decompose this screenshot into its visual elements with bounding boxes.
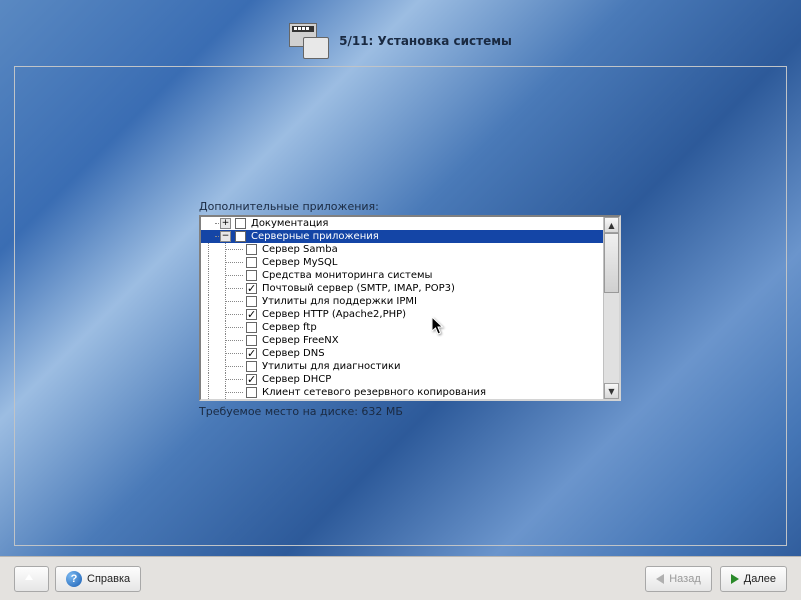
package-tree[interactable]: + Документация − Серверные приложения Сервер…: [199, 215, 621, 401]
checkbox[interactable]: [246, 374, 257, 385]
help-button-label: Справка: [87, 573, 130, 585]
tree-item-label: Сервер MySQL: [261, 257, 337, 268]
checkbox[interactable]: [246, 322, 257, 333]
tree-item-documentation[interactable]: + Документация: [201, 217, 603, 230]
tree-item[interactable]: Средства мониторинга системы: [201, 269, 603, 282]
scroll-down-button[interactable]: ▼: [604, 383, 619, 399]
tree-item[interactable]: Почтовый сервер (SMTP, IMAP, POP3): [201, 282, 603, 295]
tree-item[interactable]: Сервер DNS: [201, 347, 603, 360]
tree-item-label: Сервер ftp: [261, 322, 317, 333]
tree-item-label: Сервер Samba: [261, 244, 338, 255]
wizard-step-title: 5/11: Установка системы: [339, 34, 512, 48]
tree-item-label: Документация: [250, 218, 328, 229]
tree-item[interactable]: Сервер DHCP: [201, 373, 603, 386]
tree-item-label: Средства мониторинга системы: [261, 270, 432, 281]
tree-item[interactable]: Сервер MySQL: [201, 256, 603, 269]
back-button-label: Назад: [669, 573, 701, 585]
tree-item[interactable]: Сервер ftp: [201, 321, 603, 334]
checkbox[interactable]: [246, 309, 257, 320]
menu-button[interactable]: [14, 566, 49, 592]
scrollbar[interactable]: ▲ ▼: [603, 217, 619, 399]
scroll-up-button[interactable]: ▲: [604, 217, 619, 233]
checkbox[interactable]: [246, 361, 257, 372]
tree-item-label: Почтовый сервер (SMTP, IMAP, POP3): [261, 283, 455, 294]
tree-item[interactable]: Сервер HTTP (Apache2,PHP): [201, 308, 603, 321]
tree-item[interactable]: Сервер Samba: [201, 243, 603, 256]
checkbox[interactable]: [246, 257, 257, 268]
help-icon: ?: [66, 571, 82, 587]
tree-item-label: Сервер DHCP: [261, 374, 331, 385]
install-icon: [289, 23, 329, 59]
scroll-thumb[interactable]: [604, 233, 619, 293]
checkbox[interactable]: [246, 335, 257, 346]
tree-item-server-apps[interactable]: − Серверные приложения: [201, 230, 603, 243]
tree-item[interactable]: Клиент сетевого резервного копирования: [201, 386, 603, 399]
checkbox[interactable]: [246, 244, 257, 255]
checkbox[interactable]: [246, 296, 257, 307]
tree-item[interactable]: Сервер FreeNX: [201, 334, 603, 347]
wizard-header: 5/11: Установка системы: [0, 0, 801, 62]
tree-item-label: Утилиты для диагностики: [261, 361, 401, 372]
bottom-toolbar: ? Справка Назад Далее: [0, 556, 801, 600]
back-button[interactable]: Назад: [645, 566, 712, 592]
expand-toggle[interactable]: +: [220, 218, 231, 229]
tree-item-label: Утилиты для поддержки IPMI: [261, 296, 417, 307]
help-button[interactable]: ? Справка: [55, 566, 141, 592]
checkbox[interactable]: [235, 231, 246, 242]
tree-item-label: Клиент сетевого резервного копирования: [261, 387, 486, 398]
checkbox[interactable]: [246, 348, 257, 359]
forward-arrow-icon: [731, 574, 739, 584]
collapse-toggle[interactable]: −: [220, 231, 231, 242]
additional-apps-label: Дополнительные приложения:: [199, 200, 379, 213]
tree-item[interactable]: Утилиты для поддержки IPMI: [201, 295, 603, 308]
tree-item[interactable]: Утилиты для диагностики: [201, 360, 603, 373]
scroll-track[interactable]: [604, 233, 619, 383]
checkbox[interactable]: [246, 270, 257, 281]
next-button[interactable]: Далее: [720, 566, 787, 592]
tree-item-label: Сервер FreeNX: [261, 335, 339, 346]
tree-item-label: Сервер DNS: [261, 348, 325, 359]
checkbox[interactable]: [246, 283, 257, 294]
checkbox[interactable]: [246, 387, 257, 398]
disk-space-label: Требуемое место на диске: 632 МБ: [199, 405, 403, 418]
checkbox[interactable]: [235, 218, 246, 229]
tree-item-label: Сервер HTTP (Apache2,PHP): [261, 309, 406, 320]
tree-item-label: Серверные приложения: [250, 231, 379, 242]
next-button-label: Далее: [744, 573, 776, 585]
back-arrow-icon: [656, 574, 664, 584]
